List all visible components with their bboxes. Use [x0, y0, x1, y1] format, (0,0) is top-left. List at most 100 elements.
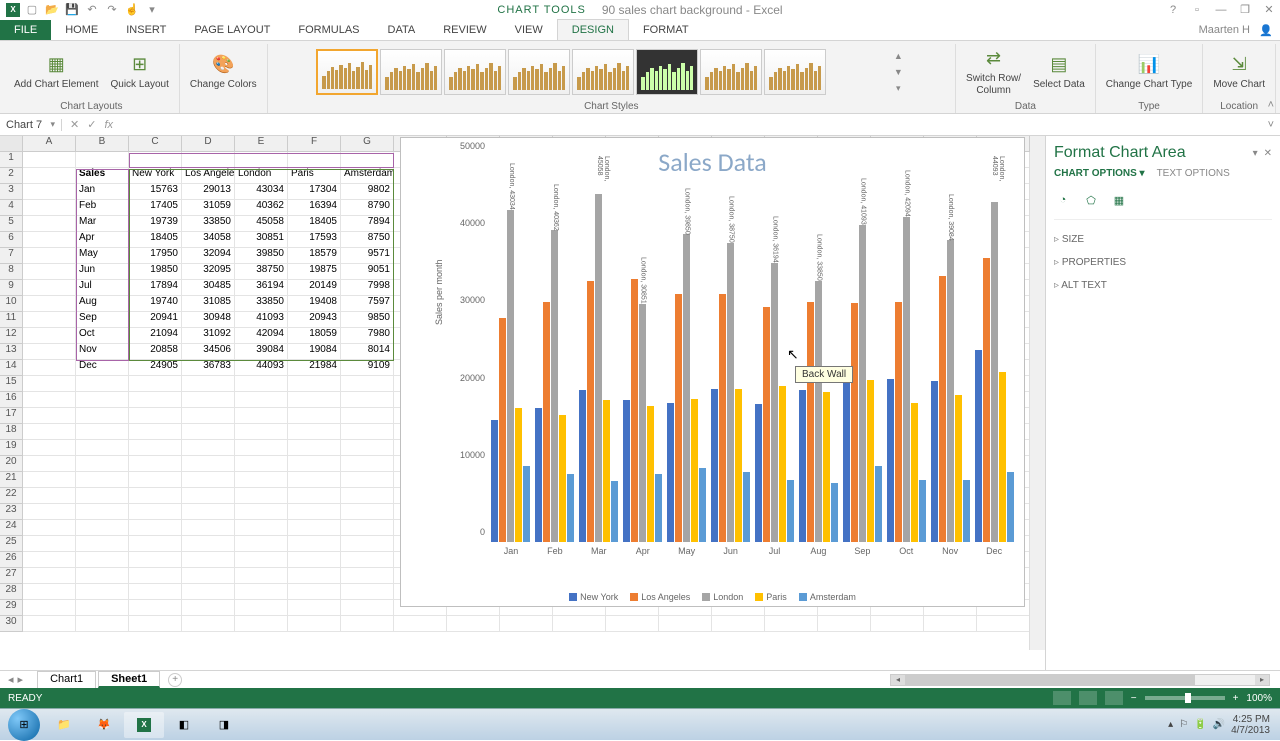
cell[interactable]: 21984 [288, 360, 341, 376]
cell[interactable]: 32094 [182, 248, 235, 264]
zoom-out-button[interactable]: − [1131, 693, 1137, 704]
zoom-level[interactable]: 100% [1246, 693, 1272, 704]
cell[interactable] [341, 568, 394, 584]
cell[interactable] [23, 360, 76, 376]
tray-flag-icon[interactable]: ⚐ [1179, 719, 1188, 730]
cell[interactable]: 20941 [129, 312, 182, 328]
cell[interactable] [235, 552, 288, 568]
bar[interactable] [963, 480, 970, 542]
cell[interactable] [235, 424, 288, 440]
y-axis[interactable]: 01000020000300004000050000 [457, 156, 487, 542]
cell[interactable]: May [76, 248, 129, 264]
cell[interactable]: 8750 [341, 232, 394, 248]
bar[interactable] [939, 276, 946, 542]
cell[interactable]: Sales [76, 168, 129, 184]
cell[interactable] [23, 568, 76, 584]
row-header[interactable]: 19 [0, 440, 23, 456]
cell[interactable]: 31085 [182, 296, 235, 312]
cell[interactable] [288, 472, 341, 488]
change-chart-type-button[interactable]: 📊 Change Chart Type [1102, 51, 1197, 93]
hscroll-right-icon[interactable]: ▸ [1255, 675, 1269, 685]
bar[interactable] [859, 225, 866, 542]
row-header[interactable]: 26 [0, 552, 23, 568]
chart-legend[interactable]: New YorkLos AngelesLondonParisAmsterdam [401, 592, 1024, 602]
ribbon-tab-file[interactable]: FILE [0, 20, 51, 40]
cell[interactable]: Los Angeles [182, 168, 235, 184]
data-label[interactable]: London, 39850 [684, 188, 691, 235]
user-avatar-icon[interactable]: 👤 [1258, 22, 1274, 38]
cell[interactable] [288, 520, 341, 536]
app-task-icon[interactable]: ◧ [164, 712, 204, 738]
cell[interactable]: 17894 [129, 280, 182, 296]
add-sheet-button[interactable]: + [168, 673, 182, 687]
row-header[interactable]: 27 [0, 568, 23, 584]
row-header[interactable]: 21 [0, 472, 23, 488]
cell[interactable] [182, 600, 235, 616]
cell[interactable]: 45058 [235, 216, 288, 232]
cell[interactable]: 9109 [341, 360, 394, 376]
cell[interactable] [23, 168, 76, 184]
bar[interactable] [1007, 472, 1014, 542]
cell[interactable] [553, 616, 606, 632]
ribbon-tab-page-layout[interactable]: PAGE LAYOUT [180, 20, 284, 40]
cell[interactable] [23, 328, 76, 344]
cell[interactable] [76, 424, 129, 440]
column-header[interactable]: B [76, 136, 129, 152]
bar[interactable] [807, 302, 814, 542]
cell[interactable] [76, 520, 129, 536]
bar[interactable] [691, 399, 698, 542]
cell[interactable]: 17593 [288, 232, 341, 248]
effects-icon[interactable]: ⬠ [1082, 191, 1100, 209]
sheet-nav-first-icon[interactable]: ◂ [8, 673, 14, 686]
cell[interactable] [341, 552, 394, 568]
cell[interactable] [23, 200, 76, 216]
cell[interactable] [23, 280, 76, 296]
cell[interactable] [76, 584, 129, 600]
cell[interactable] [129, 536, 182, 552]
cell[interactable]: 39850 [235, 248, 288, 264]
cell[interactable] [76, 488, 129, 504]
chart-style-thumb[interactable] [700, 49, 762, 95]
zoom-in-button[interactable]: + [1233, 693, 1239, 704]
row-header[interactable]: 12 [0, 328, 23, 344]
data-label[interactable]: London, 43034 [508, 163, 515, 210]
cell[interactable]: 32095 [182, 264, 235, 280]
pane-section[interactable]: ALT TEXT [1054, 274, 1272, 297]
cell[interactable]: 7597 [341, 296, 394, 312]
cell[interactable] [129, 584, 182, 600]
help-button[interactable]: ? [1166, 3, 1180, 17]
cell[interactable] [235, 456, 288, 472]
bar[interactable] [799, 390, 806, 542]
pane-close-icon[interactable]: ✕ [1264, 148, 1272, 159]
cell[interactable] [235, 392, 288, 408]
cell[interactable]: 34506 [182, 344, 235, 360]
ribbon-tab-data[interactable]: DATA [374, 20, 430, 40]
cell[interactable] [23, 376, 76, 392]
cell[interactable]: 31092 [182, 328, 235, 344]
cell[interactable] [341, 472, 394, 488]
bar[interactable] [867, 380, 874, 542]
cell[interactable] [765, 616, 818, 632]
cell[interactable] [129, 456, 182, 472]
cell[interactable]: 18059 [288, 328, 341, 344]
cell[interactable]: 8014 [341, 344, 394, 360]
bar[interactable] [779, 386, 786, 542]
ribbon-tab-formulas[interactable]: FORMULAS [284, 20, 373, 40]
cell[interactable] [235, 472, 288, 488]
tray-network-icon[interactable]: 🔊 [1213, 719, 1225, 730]
zoom-slider[interactable] [1145, 696, 1225, 700]
cell[interactable] [129, 376, 182, 392]
y-axis-label[interactable]: Sales per month [434, 259, 444, 325]
cell[interactable] [500, 616, 553, 632]
row-header[interactable]: 8 [0, 264, 23, 280]
cell[interactable]: Amsterdam [341, 168, 394, 184]
cell[interactable] [23, 312, 76, 328]
cell[interactable] [235, 408, 288, 424]
cell[interactable] [341, 488, 394, 504]
cell[interactable] [129, 488, 182, 504]
cell[interactable]: Jan [76, 184, 129, 200]
cell[interactable]: 9802 [341, 184, 394, 200]
cell[interactable] [394, 616, 447, 632]
chart-style-thumb[interactable] [444, 49, 506, 95]
spreadsheet-grid[interactable]: ABCDEFGHIJKLMNOPQRS 12345678910111213141… [0, 136, 1045, 670]
